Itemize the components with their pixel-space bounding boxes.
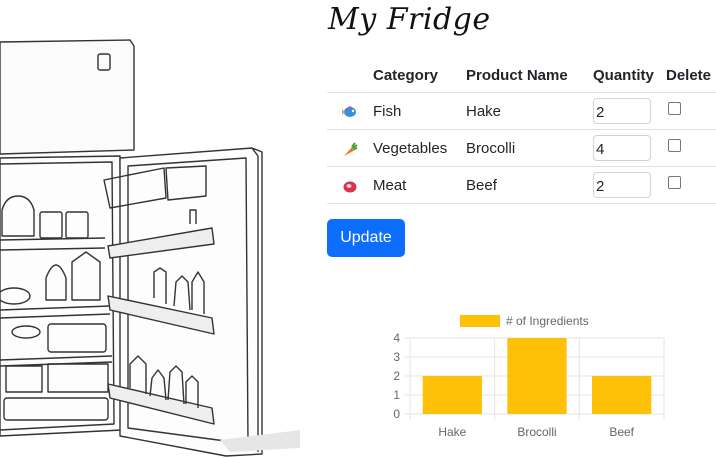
update-button[interactable]: Update [327, 219, 405, 257]
quantity-input[interactable] [593, 135, 651, 161]
carrot-icon [344, 141, 358, 156]
delete-checkbox[interactable] [668, 102, 681, 116]
table-header-row: Category Product Name Quantity Delete [327, 58, 716, 93]
row-delete-cell [666, 129, 716, 167]
meat-icon [343, 181, 357, 193]
chart-legend: # of Ingredients [460, 314, 589, 328]
row-category: Fish [373, 92, 466, 130]
table-row: Meat Beef [327, 166, 716, 204]
legend-label: # of Ingredients [506, 314, 589, 328]
page-title: My Fridge [328, 2, 491, 37]
row-delete-cell [666, 166, 716, 204]
table-row: Fish Hake [327, 92, 716, 130]
row-quantity-cell [593, 129, 666, 167]
row-delete-cell [666, 92, 716, 130]
x-tick-label: Hake [438, 425, 466, 439]
y-tick-label: 4 [393, 331, 400, 345]
header-icon-cell [327, 58, 373, 93]
fridge-illustration [0, 39, 300, 457]
bar [422, 376, 482, 414]
legend-swatch [460, 315, 500, 327]
quantity-input[interactable] [593, 172, 651, 198]
row-quantity-cell [593, 166, 666, 204]
header-delete: Delete [666, 58, 716, 93]
y-tick-label: 0 [393, 407, 400, 421]
fish-icon [342, 105, 356, 117]
quantity-input[interactable] [593, 98, 651, 124]
bar [592, 376, 652, 414]
row-icon-cell [327, 92, 373, 130]
row-quantity-cell [593, 92, 666, 130]
row-product-name: Hake [466, 92, 593, 130]
row-icon-cell [327, 166, 373, 204]
delete-checkbox[interactable] [668, 176, 681, 190]
row-product-name: Brocolli [466, 129, 593, 167]
header-quantity: Quantity [593, 58, 666, 93]
row-product-name: Beef [466, 166, 593, 204]
chart-x-axis: Hake Brocolli Beef [438, 425, 634, 439]
delete-checkbox[interactable] [668, 139, 681, 153]
bar [507, 338, 567, 414]
x-tick-label: Beef [609, 425, 634, 439]
chart-bars [422, 338, 652, 414]
y-tick-label: 3 [393, 350, 400, 364]
fridge-table: Category Product Name Quantity Delete Fi… [327, 58, 716, 204]
ingredients-bar-chart: # of Ingredients 0 1 2 3 4 Hake Brocolli Beef [393, 314, 665, 439]
header-category: Category [373, 58, 466, 93]
header-product-name: Product Name [466, 58, 593, 93]
row-category: Meat [373, 166, 466, 204]
table-row: Vegetables Brocolli [327, 129, 716, 167]
x-tick-label: Brocolli [517, 425, 556, 439]
row-category: Vegetables [373, 129, 466, 167]
y-tick-label: 2 [393, 369, 400, 383]
y-tick-label: 1 [393, 388, 400, 402]
row-icon-cell [327, 129, 373, 167]
chart-y-axis: 0 1 2 3 4 [393, 331, 400, 421]
